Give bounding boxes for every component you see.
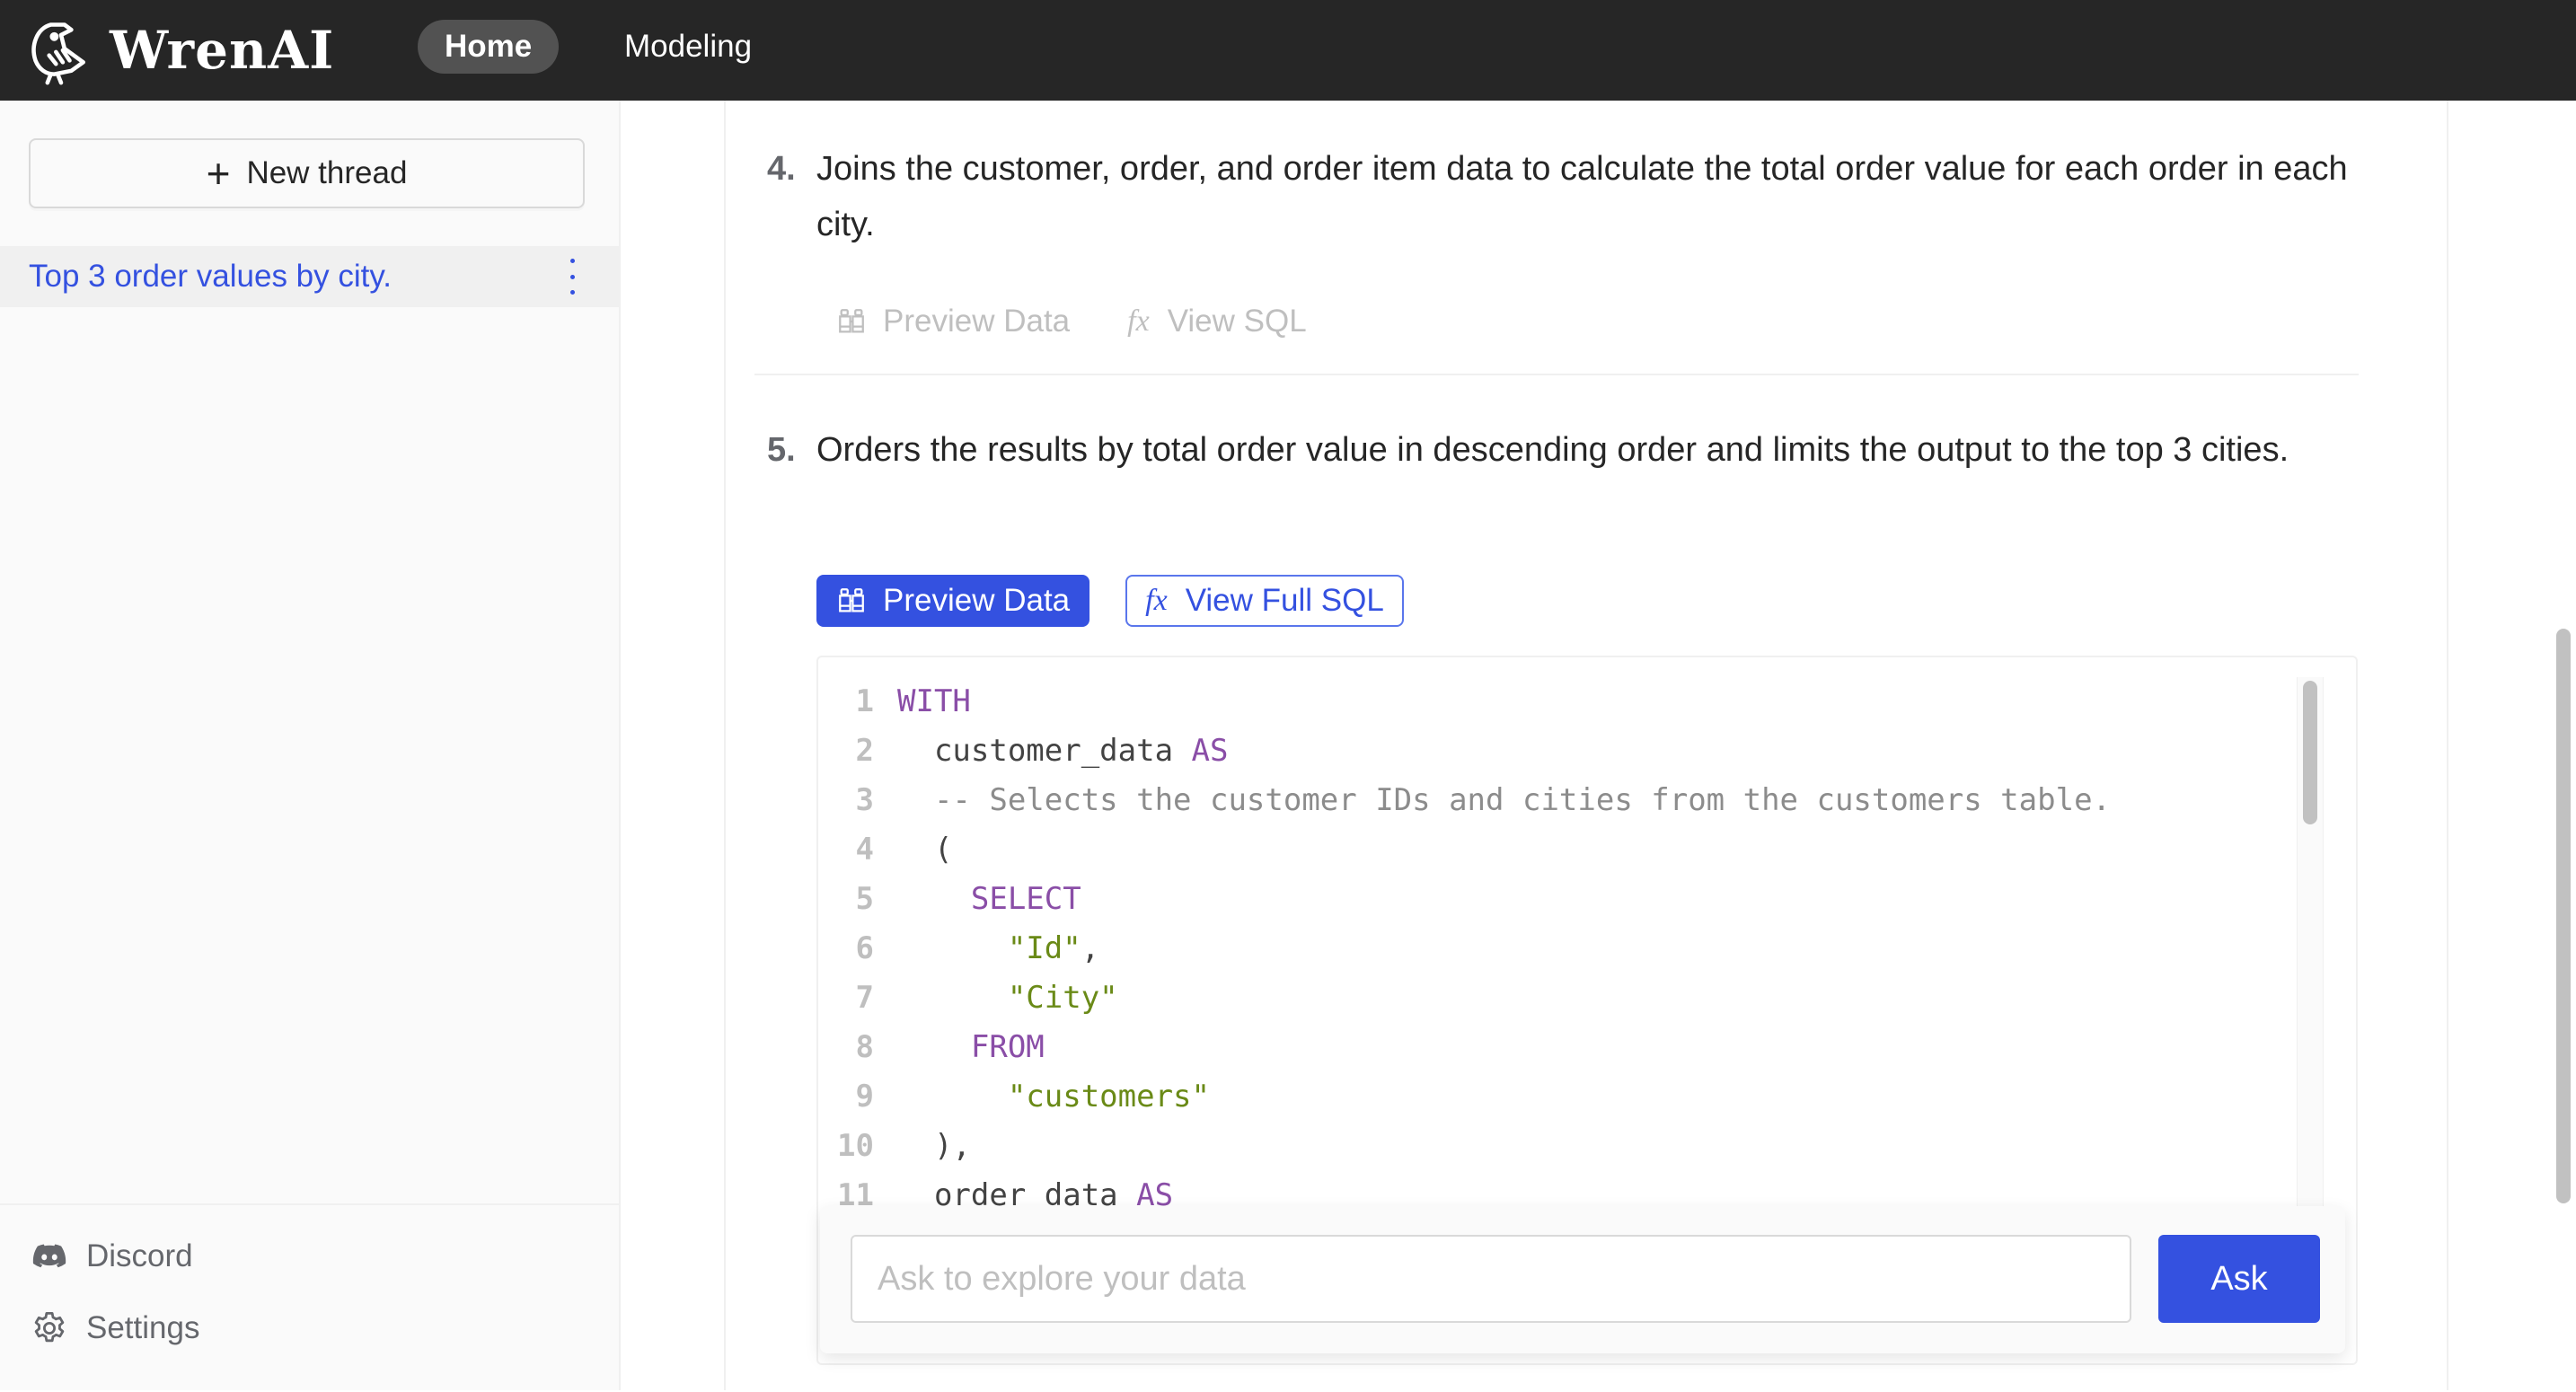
sql-token: ,: [1081, 930, 1100, 966]
wren-bird-icon: [31, 22, 85, 85]
thread-list-item[interactable]: Top 3 order values by city.: [0, 246, 619, 307]
code-line: 10 ),: [818, 1122, 2309, 1171]
line-number: 6: [855, 930, 874, 966]
line-number: 10: [837, 1128, 874, 1164]
nav-tab-home[interactable]: Home: [418, 20, 560, 74]
line-number: 5: [855, 881, 874, 917]
binoculars-icon: [839, 588, 864, 612]
ask-bar: Ask: [820, 1206, 2345, 1353]
line-number: 9: [855, 1079, 874, 1114]
sql-token: (: [897, 832, 953, 868]
code-text: "City": [897, 974, 1118, 1023]
code-text: "Id",: [897, 924, 1099, 974]
code-line: 4 (: [818, 825, 2309, 875]
preview-data-button[interactable]: Preview Data: [816, 295, 1090, 348]
gear-icon: [34, 1311, 65, 1343]
step-divider: [754, 374, 2359, 375]
code-line: 9 "customers": [818, 1072, 2309, 1122]
line-number: 2: [855, 733, 874, 769]
function-icon: fx: [1145, 584, 1168, 617]
sidebar-footer: Discord Settings: [0, 1203, 619, 1392]
code-text: "customers": [897, 1072, 1210, 1122]
plus-icon: +: [206, 150, 231, 197]
sql-keyword: AS: [1191, 733, 1229, 769]
line-number: 7: [855, 980, 874, 1016]
function-icon: fx: [1127, 304, 1150, 338]
thread-title: Top 3 order values by city.: [29, 259, 392, 294]
binoculars-icon: [839, 309, 864, 333]
code-text: WITH: [897, 677, 971, 727]
step-description: Joins the customer, order, and order ite…: [816, 150, 2348, 243]
top-navbar: WrenAI Home Modeling: [0, 0, 2576, 101]
view-sql-label: View SQL: [1167, 304, 1307, 339]
line-number: 1: [855, 683, 874, 719]
view-sql-button[interactable]: fx View SQL: [1107, 295, 1327, 348]
sql-token: ),: [897, 1128, 971, 1164]
sql-keyword: SELECT: [970, 881, 1081, 917]
code-line: 5 SELECT: [818, 875, 2309, 924]
settings-label: Settings: [86, 1310, 200, 1345]
settings-link[interactable]: Settings: [31, 1309, 199, 1347]
more-options-icon[interactable]: [563, 259, 581, 295]
code-scrollbar-thumb[interactable]: [2303, 681, 2317, 824]
preview-data-button[interactable]: Preview Data: [816, 575, 1090, 627]
sql-keyword: FROM: [970, 1029, 1045, 1065]
sql-string: "City": [1007, 980, 1118, 1016]
code-text: ),: [897, 1122, 971, 1171]
page-scrollbar[interactable]: [2556, 629, 2571, 1203]
line-number: 3: [855, 782, 874, 818]
sql-string: "Id": [1007, 930, 1081, 966]
line-number: 8: [855, 1029, 874, 1065]
preview-data-label: Preview Data: [883, 304, 1071, 339]
code-line: 2 customer_data AS: [818, 727, 2309, 776]
view-full-sql-label: View Full SQL: [1185, 583, 1384, 618]
code-text: customer_data AS: [897, 727, 1229, 776]
step-actions: Preview Data fx View SQL: [816, 295, 1327, 348]
ask-input[interactable]: [851, 1235, 2131, 1323]
code-line: 1 WITH: [818, 677, 2309, 727]
nav-tab-modeling[interactable]: Modeling: [597, 20, 779, 74]
discord-icon: [32, 1244, 66, 1268]
sql-comment: -- Selects the customer IDs and cities f…: [897, 782, 2112, 818]
wrenai-logo[interactable]: WrenAI: [27, 11, 334, 90]
step-actions: Preview Data fx View Full SQL: [816, 575, 1404, 627]
code-line: 3 -- Selects the customer IDs and cities…: [818, 776, 2309, 825]
step-number: 5.: [767, 431, 796, 469]
ask-button[interactable]: Ask: [2158, 1235, 2320, 1323]
code-text: -- Selects the customer IDs and cities f…: [897, 776, 2111, 825]
view-full-sql-button[interactable]: fx View Full SQL: [1125, 575, 1404, 627]
discord-link[interactable]: Discord: [31, 1238, 193, 1275]
step-number: 4.: [767, 150, 796, 188]
new-thread-label: New thread: [246, 155, 408, 190]
code-text: (: [897, 825, 952, 875]
sql-code-lines: 1 WITH 2 customer_data AS 3 -- Selects the …: [818, 677, 2309, 1220]
code-text: SELECT: [897, 875, 1081, 924]
code-line: 6 "Id",: [818, 924, 2309, 974]
brand-name: WrenAI: [110, 20, 335, 81]
step-description: Orders the results by total order value …: [816, 431, 2289, 469]
discord-label: Discord: [86, 1238, 193, 1273]
sidebar: + New thread Top 3 order values by city.…: [0, 101, 621, 1390]
code-line: 7 "City": [818, 974, 2309, 1023]
preview-data-label: Preview Data: [883, 583, 1071, 618]
new-thread-button[interactable]: + New thread: [29, 138, 585, 208]
line-number: 4: [855, 832, 874, 868]
sql-token: customer_data: [897, 733, 1192, 769]
sql-keyword: WITH: [897, 683, 971, 719]
code-line: 8 FROM: [818, 1023, 2309, 1072]
sql-string: "customers": [1007, 1079, 1210, 1114]
code-text: FROM: [897, 1023, 1045, 1072]
